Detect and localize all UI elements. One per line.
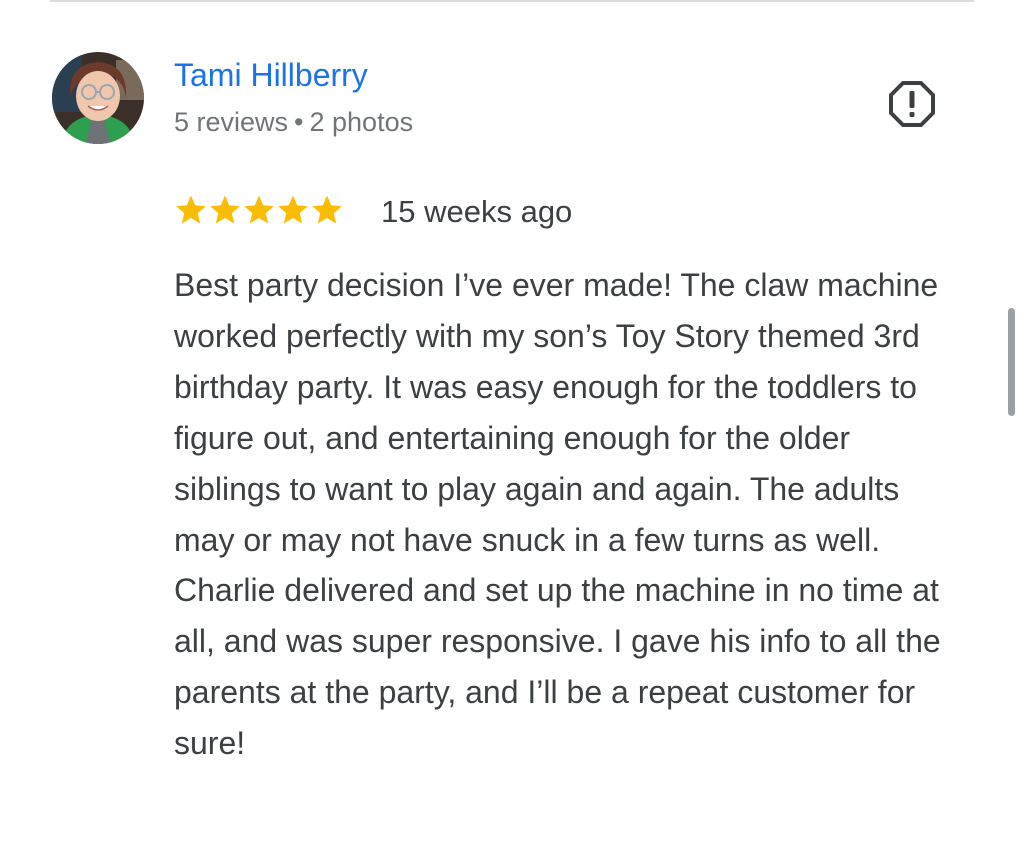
reviewer-avatar[interactable]: [52, 52, 144, 144]
reviewer-photo-count: 2 photos: [309, 107, 414, 137]
star-icon: [310, 193, 344, 227]
top-divider: [50, 0, 974, 2]
scrollbar-thumb[interactable]: [1008, 308, 1015, 416]
star-icon: [174, 193, 208, 227]
report-flag-icon: [889, 81, 935, 127]
reviewer-name[interactable]: Tami Hillberry: [174, 55, 368, 95]
review-text: Best party decision I’ve ever made! The …: [174, 267, 941, 762]
reviewer-review-count: 5 reviews: [174, 107, 289, 137]
star-icon: [242, 193, 276, 227]
report-review-button[interactable]: [886, 78, 938, 130]
star-icon: [276, 193, 310, 227]
meta-separator: •: [294, 107, 304, 137]
star-icon: [208, 193, 242, 227]
star-rating: [174, 190, 344, 230]
review-time: 15 weeks ago: [381, 194, 573, 229]
avatar-image: [52, 52, 144, 144]
reviewer-meta: 5 reviews • 2 photos: [174, 104, 413, 140]
